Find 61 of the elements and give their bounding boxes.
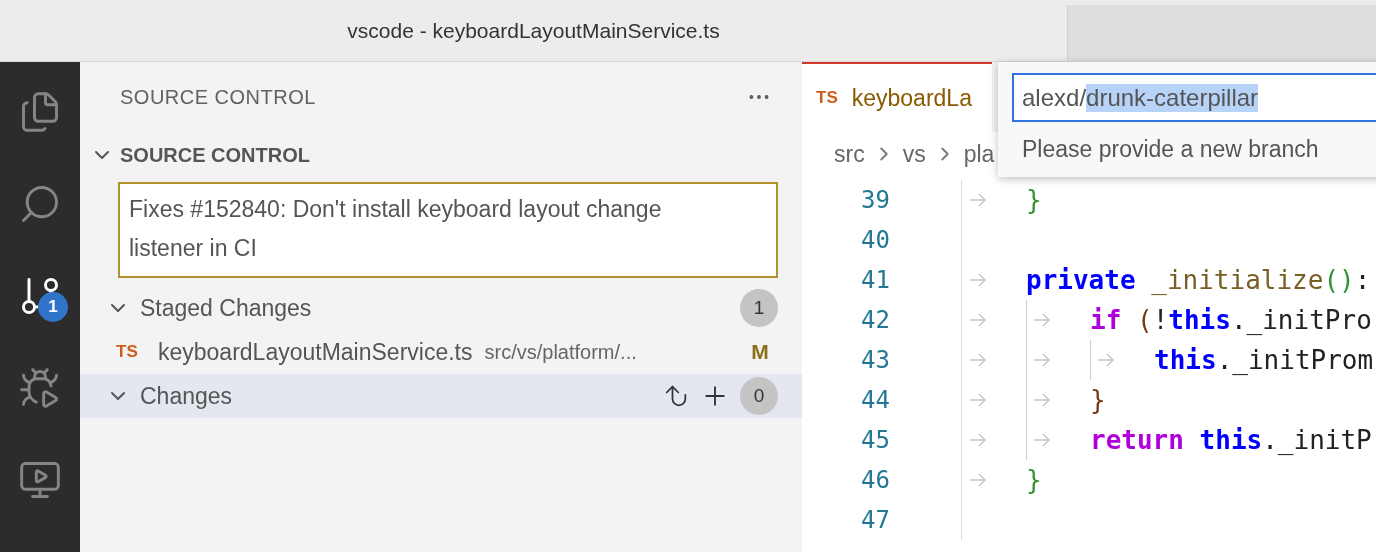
tab-arrow-icon [969, 193, 987, 207]
code-token: ! [1152, 305, 1169, 335]
breadcrumb[interactable]: vs [902, 140, 926, 168]
tab-arrow-icon [1097, 353, 1115, 367]
code-token: } [1026, 185, 1042, 215]
count-badge: 1 [740, 289, 778, 327]
code-token: ._initP [1262, 425, 1372, 455]
group-row[interactable]: Changes 0 [80, 374, 802, 418]
file-path: src/vs/platform/... [484, 340, 638, 364]
count-badge: 0 [740, 377, 778, 415]
tab-arrow-icon [1033, 313, 1051, 327]
tab-arrow-icon [969, 273, 987, 287]
window-title: vscode - keyboardLayoutMainService.ts [346, 17, 721, 44]
line-number: 43 [860, 346, 890, 374]
file-status: M [750, 340, 770, 364]
code-token: ._initPro [1230, 305, 1372, 335]
tab-arrow-icon [1033, 353, 1051, 367]
tab-arrow-icon [1033, 393, 1051, 407]
line-number: 39 [860, 186, 890, 214]
editor-tab[interactable]: TS keyboardLa [802, 62, 992, 132]
tab-arrow-icon [969, 473, 987, 487]
line-number: 42 [860, 306, 890, 334]
group-row[interactable]: Staged Changes 1 [80, 286, 802, 330]
code-token: : [1354, 265, 1371, 295]
sidebar-title: SOURCE CONTROL [120, 85, 316, 109]
line-number: 40 [860, 226, 890, 254]
code-token: return [1090, 425, 1184, 455]
file-type-icon: TS [116, 342, 146, 362]
line-number: 47 [860, 506, 890, 534]
tab-arrow-icon [969, 313, 987, 327]
code-token: this [1168, 305, 1231, 335]
file-name: keyboardLayoutMainService.ts [158, 338, 473, 366]
code-token: private [1026, 265, 1136, 295]
code-token: () [1323, 265, 1355, 295]
breadcrumb[interactable]: src [834, 140, 865, 168]
section-title: SOURCE CONTROL [120, 143, 310, 167]
code-token: _initialize [1150, 265, 1324, 295]
line-number: 45 [860, 426, 890, 454]
line-number: 46 [860, 466, 890, 494]
tab-arrow-icon [969, 393, 987, 407]
code-token: ._initProm [1216, 345, 1374, 375]
group-title: Changes [140, 382, 234, 410]
prompt-message: Please provide a new branch [1021, 136, 1320, 163]
line-number: 44 [860, 386, 890, 414]
count-badge: 1 [38, 292, 68, 322]
branch-name-field[interactable]: alexd/drunk-caterpillar [1012, 73, 1376, 122]
code-token: } [1026, 465, 1042, 495]
commit-message-field[interactable]: Fixes #152840: Don't install keyboard layout change listener in CI [118, 182, 778, 278]
code-token: } [1090, 385, 1106, 415]
activity-bar-item[interactable]: 1 [8, 264, 72, 328]
tab-arrow-icon [1033, 433, 1051, 447]
breadcrumb[interactable]: pla [963, 140, 995, 168]
code-token: ( [1135, 305, 1153, 335]
code-token: if [1090, 305, 1122, 335]
code-token: this [1154, 345, 1217, 375]
code-token: this [1198, 425, 1263, 455]
file-row[interactable]: TS keyboardLayoutMainService.ts src/vs/platform/... M [80, 330, 802, 374]
line-number: 41 [860, 266, 890, 294]
tab-arrow-icon [969, 353, 987, 367]
tab-arrow-icon [969, 433, 987, 447]
group-title: Staged Changes [140, 294, 313, 322]
